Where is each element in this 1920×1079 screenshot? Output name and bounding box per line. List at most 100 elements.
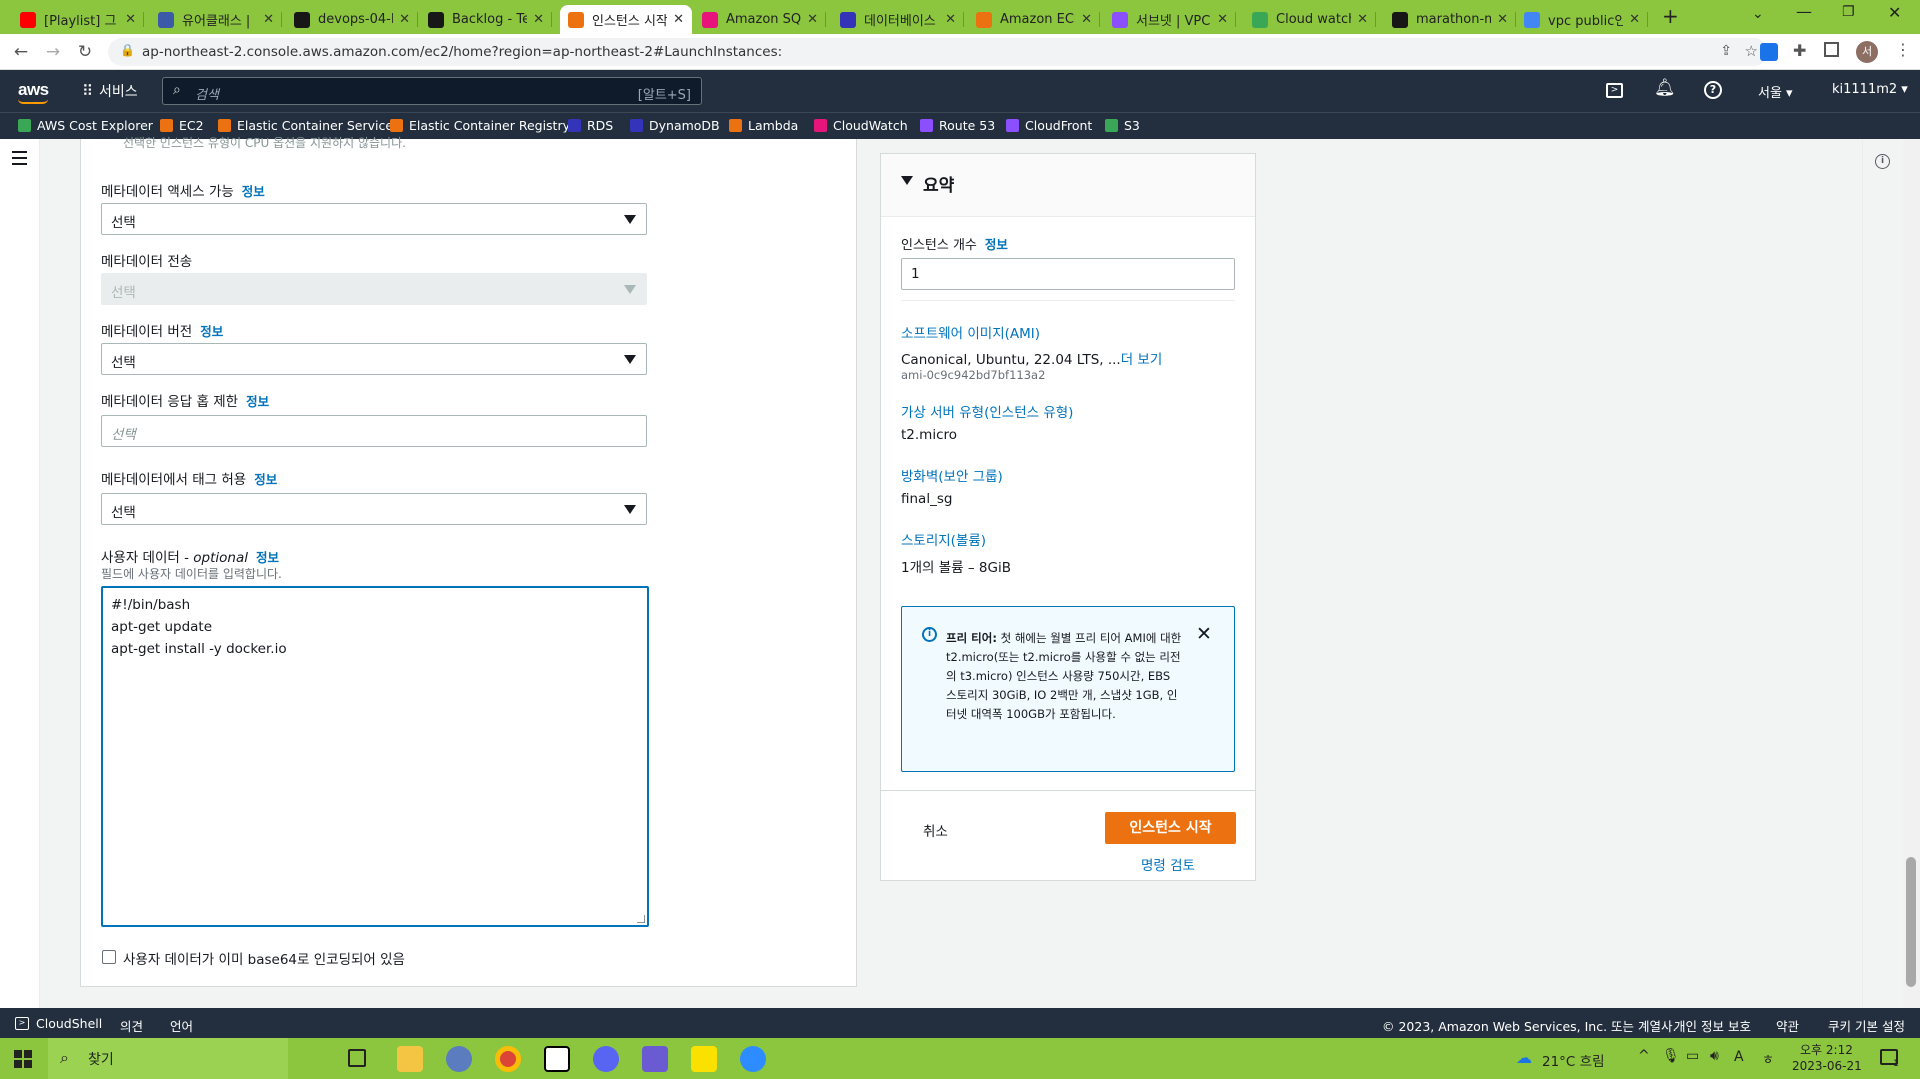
windows-start-icon[interactable] [14,1050,32,1068]
cookies-link[interactable]: 쿠키 기본 설정 [1828,1016,1905,1035]
info-link[interactable]: 정보 [254,472,277,487]
tab-close-icon[interactable]: ✕ [1217,12,1228,27]
cloudshell-icon[interactable]: > [1606,83,1623,98]
tab-close-icon[interactable]: ✕ [807,12,818,27]
minimize-button[interactable]: — [1796,2,1812,21]
address-bar[interactable]: 🔒 ap-northeast-2.console.aws.amazon.com/… [108,38,1768,66]
favorite-service-link[interactable]: S3 [1105,118,1140,133]
tab-close-icon[interactable]: ✕ [125,12,136,27]
terms-link[interactable]: 약관 [1776,1016,1799,1035]
bookmark-star-icon[interactable]: ☆ [1745,42,1758,60]
ami-link[interactable]: 소프트웨어 이미지(AMI) [901,322,1040,342]
privacy-link[interactable]: 개인 정보 보호 [1674,1016,1751,1035]
chrome-icon[interactable] [495,1046,521,1072]
security-group-link[interactable]: 방화벽(보안 그룹) [901,465,1003,485]
tab-close-icon[interactable]: ✕ [1081,12,1092,27]
notion-icon[interactable] [544,1046,570,1072]
translate-icon[interactable] [1760,43,1778,61]
reload-icon[interactable]: ↻ [75,42,95,62]
favorite-service-link[interactable]: Route 53 [920,118,995,133]
cloudshell-link[interactable]: CloudShell [36,1016,102,1031]
tags-select[interactable]: 선택 [101,493,647,525]
info-link[interactable]: 정보 [200,324,223,339]
help-icon[interactable]: ? [1704,81,1722,99]
browser-tab[interactable]: 데이터베이스 ✕ [832,5,964,34]
maximize-button[interactable]: ❐ [1842,4,1855,20]
extensions-icon[interactable]: ✚ [1793,41,1806,60]
hamburger-menu-icon[interactable] [12,151,27,165]
zoom-icon[interactable] [740,1046,766,1072]
discord-icon[interactable] [593,1046,619,1072]
tab-close-icon[interactable]: ✕ [673,12,684,27]
scrollbar-thumb[interactable] [1906,857,1916,987]
info-link[interactable]: 정보 [246,394,269,409]
account-menu[interactable]: ki1111m2 ▾ [1832,82,1908,97]
browser-tab[interactable]: [Playlist] 그 ㅅ ✕ [12,5,144,34]
network-icon[interactable]: ▭ [1686,1048,1699,1064]
base64-checkbox[interactable] [102,950,116,964]
close-icon[interactable]: ✕ [1196,623,1212,645]
tab-close-icon[interactable]: ✕ [1497,12,1508,27]
tray-chevron-icon[interactable]: ^ [1638,1048,1650,1064]
favorite-service-link[interactable]: DynamoDB [630,118,720,133]
feedback-link[interactable]: 의견 [120,1016,143,1035]
review-commands-link[interactable]: 명령 검토 [1141,854,1195,874]
app-icon[interactable] [446,1046,472,1072]
browser-tab[interactable]: marathon-ma ✕ [1384,5,1516,34]
browser-tab[interactable]: Amazon ECS ✕ [968,5,1100,34]
info-link[interactable]: 정보 [256,550,279,565]
favorite-service-link[interactable]: CloudWatch [814,118,908,133]
share-icon[interactable]: ⇪ [1720,43,1732,59]
ami-more-link[interactable]: 더 보기 [1121,352,1163,368]
weather-text[interactable]: 21°C 흐림 [1542,1050,1605,1070]
region-selector[interactable]: 서울 ▾ [1758,82,1793,101]
favorite-service-link[interactable]: Elastic Container Registry [390,118,570,133]
weather-icon[interactable]: ☁ [1516,1048,1532,1067]
favorite-service-link[interactable]: Elastic Container Service [218,118,393,133]
file-explorer-icon[interactable] [397,1046,423,1072]
tab-close-icon[interactable]: ✕ [533,12,544,27]
ime-hangul-indicator[interactable]: ㅎ [1762,1049,1774,1068]
browser-tab[interactable]: vpc public인 ✕ [1516,5,1648,34]
forward-icon[interactable]: → [43,42,63,62]
taskbar-search-box[interactable]: ⌕ 찾기 [48,1038,288,1079]
side-panel-icon[interactable] [1824,42,1839,57]
close-window-button[interactable]: ✕ [1888,3,1901,22]
new-tab-button[interactable]: + [1662,4,1679,28]
metadata-version-select[interactable]: 선택 [101,343,647,375]
resize-handle-icon[interactable] [637,915,645,923]
aws-logo[interactable]: aws [18,80,49,100]
favorite-service-link[interactable]: CloudFront [1006,118,1092,133]
favorite-service-link[interactable]: RDS [568,118,613,133]
browser-tab[interactable]: 서브넷 | VPC ✕ [1104,5,1236,34]
services-button[interactable]: ⠿ 서비스 [82,81,138,101]
launch-instance-button[interactable]: 인스턴스 시작 [1105,812,1236,844]
tab-close-icon[interactable]: ✕ [1357,12,1368,27]
browser-tab[interactable]: Backlog - Tea ✕ [420,5,552,34]
notifications-bell-icon[interactable]: 🔔︎ [1654,78,1676,98]
browser-tab[interactable]: Amazon SQS ✕ [694,5,826,34]
summary-header[interactable]: 요약 [881,154,1255,217]
browser-tab[interactable]: devops-04-Fi ✕ [286,5,418,34]
hop-limit-input[interactable]: 선택 [101,415,647,447]
browser-tab[interactable]: 인스턴스 시작 ✕ [560,5,692,34]
tab-close-icon[interactable]: ✕ [945,12,956,27]
app-icon[interactable] [642,1046,668,1072]
browser-tab[interactable]: Cloud watch ✕ [1244,5,1376,34]
kakaotalk-icon[interactable] [691,1046,717,1072]
cancel-button[interactable]: 취소 [923,820,948,840]
back-icon[interactable]: ← [11,42,31,62]
favorite-service-link[interactable]: AWS Cost Explorer [18,118,153,133]
storage-link[interactable]: 스토리지(볼륨) [901,529,986,549]
ime-indicator[interactable]: A [1734,1049,1744,1065]
browser-tab[interactable]: 유어클래스 | ✕ [150,5,282,34]
instance-type-link[interactable]: 가상 서버 유형(인스턴스 유형) [901,401,1073,421]
microphone-icon[interactable]: 🎙︎ [1662,1048,1680,1064]
info-link[interactable]: 정보 [985,237,1008,252]
info-link[interactable]: 정보 [242,184,265,199]
task-view-icon[interactable] [348,1049,366,1067]
volume-icon[interactable]: 🔊︎ [1710,1048,1719,1064]
tab-close-icon[interactable]: ✕ [399,12,410,27]
tab-search-icon[interactable]: ⌄ [1752,6,1764,22]
tab-close-icon[interactable]: ✕ [263,12,274,27]
